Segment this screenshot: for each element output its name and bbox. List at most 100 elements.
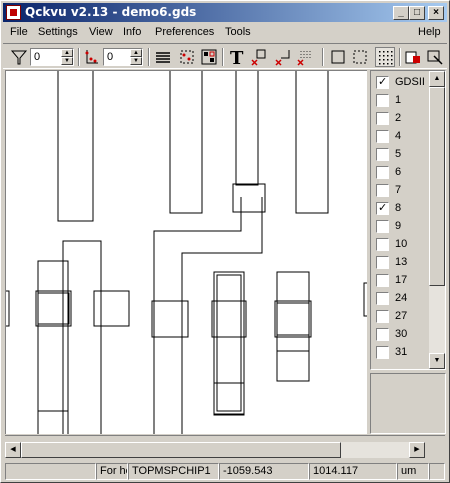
maximize-button[interactable]: □ [409, 6, 425, 20]
layer-checkbox[interactable] [376, 238, 389, 251]
layer-item[interactable]: 31 [376, 344, 434, 360]
layer-label: 5 [395, 148, 402, 160]
minimize-button[interactable]: _ [393, 6, 409, 20]
delete-grid-icon[interactable] [295, 47, 315, 67]
select-points-icon[interactable] [177, 47, 197, 67]
layer-label: 31 [395, 346, 408, 358]
layer-item[interactable]: 7 [376, 182, 434, 198]
layer-item[interactable]: 17 [376, 272, 434, 288]
layer-checkbox[interactable] [376, 274, 389, 287]
close-button[interactable]: × [428, 6, 444, 20]
layer-label: 2 [395, 112, 402, 124]
layers-stack-icon[interactable] [153, 47, 173, 67]
horizontal-scrollbar[interactable]: ◀ ▶ [5, 442, 425, 458]
spin-down-icon[interactable]: ▼ [130, 57, 142, 65]
layer-checkbox[interactable] [376, 346, 389, 359]
layer-item[interactable]: 6 [376, 164, 434, 180]
spin-up-icon[interactable]: ▲ [61, 49, 73, 57]
level-spinner[interactable]: 0 ▲ ▼ [103, 48, 143, 66]
delete-path-icon[interactable] [273, 47, 293, 67]
grid-select-icon[interactable] [199, 47, 219, 67]
layer-checkbox[interactable] [376, 130, 389, 143]
layer-checkbox[interactable] [376, 184, 389, 197]
layer-info-panel [370, 373, 446, 434]
menu-settings[interactable]: Settings [38, 26, 78, 38]
filter-spinner[interactable]: 0 ▲ ▼ [30, 48, 74, 66]
export-icon[interactable] [403, 47, 423, 67]
layer-checkbox[interactable] [376, 201, 389, 215]
layout-drawing [6, 71, 367, 434]
layer-checkbox[interactable] [376, 148, 389, 161]
menu-info[interactable]: Info [123, 26, 141, 38]
status-bar: For he TOPMSPCHIP1 -1059.543 1014.117 um [3, 462, 447, 481]
layer-item[interactable]: 8 [376, 200, 434, 216]
scroll-down-icon[interactable]: ▼ [429, 353, 445, 369]
layer-checkbox[interactable] [376, 94, 389, 107]
scroll-right-icon[interactable]: ▶ [409, 442, 425, 458]
layer-checkbox[interactable] [376, 310, 389, 323]
layer-item[interactable]: 13 [376, 254, 434, 270]
layer-label: 8 [395, 202, 402, 214]
layer-label: 17 [395, 274, 408, 286]
layer-checkbox[interactable] [376, 166, 389, 179]
layer-label: 1 [395, 94, 402, 106]
layer-label: 27 [395, 310, 408, 322]
menu-help[interactable]: Help [418, 26, 441, 38]
spin-up-icon[interactable]: ▲ [130, 49, 142, 57]
spin-down-icon[interactable]: ▼ [61, 57, 73, 65]
layer-scrollbar[interactable]: ▲ ▼ [429, 71, 445, 369]
message-strip [5, 435, 445, 442]
layer-label: 24 [395, 292, 408, 304]
layer-item[interactable]: 24 [376, 290, 434, 306]
layer-checkbox[interactable] [376, 328, 389, 341]
menu-bar: File Settings View Info Preferences Tool… [3, 23, 447, 42]
box-dashed-icon[interactable] [350, 47, 370, 67]
grid-dots-icon[interactable] [375, 47, 395, 67]
layer-item[interactable]: 27 [376, 308, 434, 324]
text-tool-icon[interactable]: T [227, 47, 247, 67]
layer-checkbox[interactable] [376, 220, 389, 233]
layer-label: 30 [395, 328, 408, 340]
layer-label: 6 [395, 166, 402, 178]
scroll-left-icon[interactable]: ◀ [5, 442, 21, 458]
hierarchy-icon[interactable] [82, 47, 102, 67]
layer-label: 13 [395, 256, 408, 268]
menu-view[interactable]: View [89, 26, 113, 38]
hscroll-thumb[interactable] [21, 442, 341, 458]
layer-item[interactable]: 10 [376, 236, 434, 252]
layer-item[interactable]: 2 [376, 110, 434, 126]
layer-item[interactable]: 1 [376, 92, 434, 108]
layer-checkbox[interactable] [376, 75, 389, 89]
layer-label: 4 [395, 130, 402, 142]
layer-list: GDSII1245678910131724273031 ▲ ▼ [370, 70, 446, 370]
layer-item[interactable]: GDSII [376, 74, 434, 90]
delete-box-icon[interactable] [249, 47, 269, 67]
title-bar[interactable]: Qckvu v2.13 - demo6.gds _ □ × [3, 3, 447, 22]
layer-item[interactable]: 4 [376, 128, 434, 144]
layer-item[interactable]: 5 [376, 146, 434, 162]
layer-label: 10 [395, 238, 408, 250]
status-x: -1059.543 [219, 463, 309, 480]
layer-item[interactable]: 30 [376, 326, 434, 342]
layer-item[interactable]: 9 [376, 218, 434, 234]
scroll-up-icon[interactable]: ▲ [429, 71, 445, 87]
zoom-window-icon[interactable] [425, 47, 445, 67]
status-hint: For he [96, 463, 128, 480]
layout-canvas[interactable] [5, 70, 367, 434]
filter-value: 0 [34, 51, 41, 63]
scroll-thumb[interactable] [429, 87, 445, 286]
box-outline-icon[interactable] [328, 47, 348, 67]
layer-checkbox[interactable] [376, 256, 389, 269]
resize-grip[interactable] [429, 463, 445, 480]
filter-icon[interactable] [9, 47, 29, 67]
status-units: um [397, 463, 429, 480]
menu-tools[interactable]: Tools [225, 26, 251, 38]
menu-preferences[interactable]: Preferences [155, 26, 214, 38]
app-icon[interactable] [6, 5, 21, 20]
layer-checkbox[interactable] [376, 112, 389, 125]
window-title: Qckvu v2.13 - demo6.gds [25, 5, 197, 19]
status-cell: TOPMSPCHIP1 [128, 463, 219, 480]
layer-label: 7 [395, 184, 402, 196]
menu-file[interactable]: File [10, 26, 28, 38]
layer-checkbox[interactable] [376, 292, 389, 305]
